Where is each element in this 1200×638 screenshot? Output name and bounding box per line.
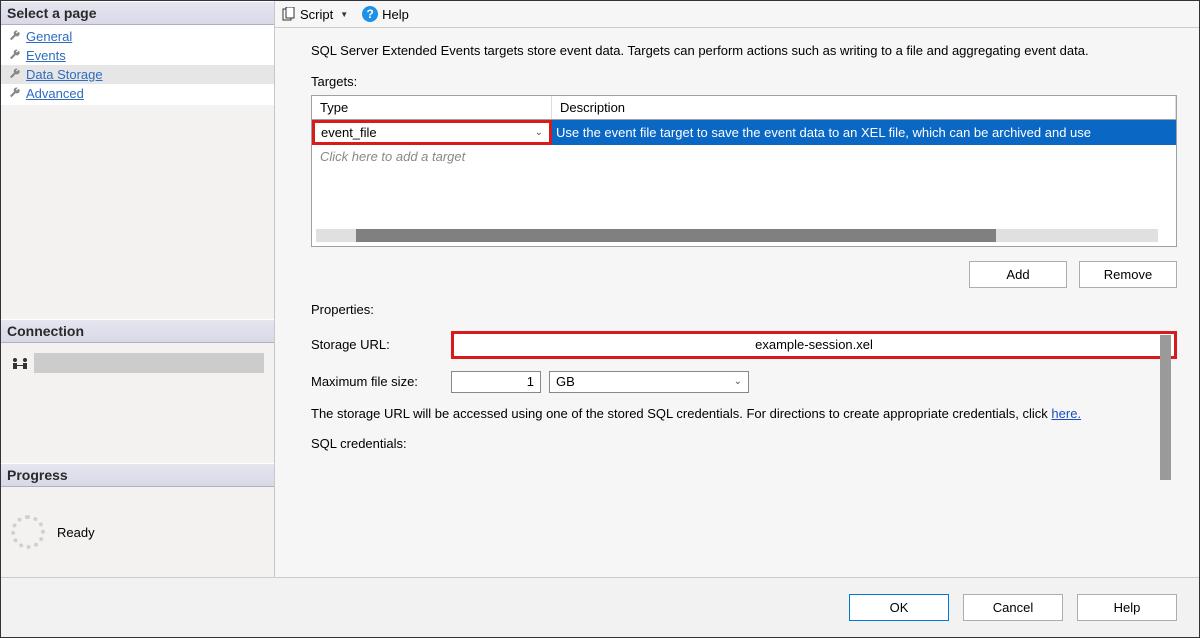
toolbar: Script ▼ ? Help (275, 1, 1199, 28)
vertical-scrollbar[interactable] (1160, 335, 1171, 480)
max-file-size-input[interactable] (451, 371, 541, 393)
sidebar-item-label: General (26, 29, 72, 44)
properties-label: Properties: (311, 302, 1177, 317)
sidebar-item-label: Advanced (26, 86, 84, 101)
progress-header: Progress (1, 463, 274, 487)
chevron-down-icon: ⌄ (535, 127, 543, 138)
storage-url-label: Storage URL: (311, 337, 451, 352)
sidebar-item-general[interactable]: General (1, 27, 274, 46)
sidebar-item-data-storage[interactable]: Data Storage (1, 65, 274, 84)
connection-body (1, 343, 274, 463)
wrench-icon (8, 49, 22, 63)
scrollbar-thumb[interactable] (356, 229, 996, 242)
description-cell: Use the event file target to save the ev… (552, 120, 1176, 145)
script-icon (281, 7, 296, 22)
info-text-part: The storage URL will be accessed using o… (311, 406, 1051, 421)
progress-body: Ready (1, 487, 274, 577)
add-button[interactable]: Add (969, 261, 1067, 288)
help-button[interactable]: Help (1077, 594, 1177, 621)
chevron-down-icon: ⌄ (734, 376, 742, 387)
sidebar-item-label: Data Storage (26, 67, 103, 82)
connection-header: Connection (1, 319, 274, 343)
ok-button[interactable]: OK (849, 594, 949, 621)
file-size-unit-select[interactable]: GB ⌄ (549, 371, 749, 393)
unit-value: GB (556, 374, 575, 389)
connection-value-placeholder (34, 353, 264, 373)
cancel-button[interactable]: Cancel (963, 594, 1063, 621)
help-label[interactable]: Help (382, 7, 409, 22)
storage-url-input[interactable]: example-session.xel (451, 331, 1177, 359)
main-pane: Script ▼ ? Help SQL Server Extended Even… (275, 1, 1199, 577)
remove-button[interactable]: Remove (1079, 261, 1177, 288)
sidebar: Select a page General Events Data Storag… (1, 1, 275, 577)
grid-header: Type Description (312, 96, 1176, 120)
type-value: event_file (321, 125, 377, 140)
sidebar-item-advanced[interactable]: Advanced (1, 84, 274, 103)
progress-spinner-icon (11, 515, 45, 549)
credentials-info-text: The storage URL will be accessed using o… (311, 405, 1177, 423)
script-dropdown[interactable]: Script (300, 7, 333, 22)
help-icon[interactable]: ? (362, 6, 378, 22)
grid-row[interactable]: event_file ⌄ Use the event file target t… (312, 120, 1176, 145)
sql-credentials-label: SQL credentials: (311, 436, 451, 451)
horizontal-scrollbar[interactable] (316, 229, 1158, 242)
targets-grid: Type Description event_file ⌄ Use the ev… (311, 95, 1177, 247)
wrench-icon (8, 68, 22, 82)
col-header-description[interactable]: Description (552, 96, 1176, 119)
dialog-button-bar: OK Cancel Help (1, 577, 1199, 637)
progress-status: Ready (57, 525, 95, 540)
intro-text: SQL Server Extended Events targets store… (311, 42, 1177, 60)
dropdown-triangle-icon[interactable]: ▼ (340, 10, 348, 19)
sidebar-item-events[interactable]: Events (1, 46, 274, 65)
add-target-placeholder-row[interactable]: Click here to add a target (312, 145, 1176, 168)
page-nav-list: General Events Data Storage Advanced (1, 25, 274, 105)
targets-label: Targets: (311, 74, 1177, 89)
wrench-icon (8, 87, 22, 101)
sidebar-item-label: Events (26, 48, 66, 63)
select-page-header: Select a page (1, 1, 274, 25)
here-link[interactable]: here. (1051, 406, 1081, 421)
connection-icon (11, 357, 29, 371)
type-dropdown-cell[interactable]: event_file ⌄ (312, 120, 552, 145)
col-header-type[interactable]: Type (312, 96, 552, 119)
wrench-icon (8, 30, 22, 44)
max-file-size-label: Maximum file size: (311, 374, 451, 389)
